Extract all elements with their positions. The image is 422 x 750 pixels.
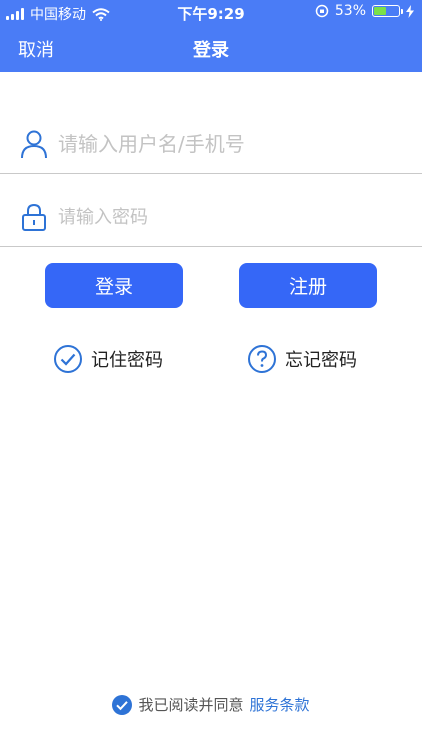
lock-icon <box>22 203 46 231</box>
password-input[interactable] <box>56 196 400 238</box>
agreement-text: 我已阅读并同意 <box>138 696 244 714</box>
remember-password-label: 记住密码 <box>91 350 163 371</box>
forgot-password-label: 忘记密码 <box>285 350 357 371</box>
battery-fill <box>374 7 386 15</box>
username-input[interactable] <box>56 123 400 165</box>
navigation-header: 中国移动 下午9:29 53% 取消 登录 <box>0 0 422 72</box>
battery-icon <box>372 5 403 17</box>
username-field-row <box>0 101 422 174</box>
status-bar: 中国移动 下午9:29 53% <box>0 0 422 24</box>
register-button[interactable]: 注册 <box>239 263 377 308</box>
login-button[interactable]: 登录 <box>45 263 183 308</box>
orientation-lock-icon <box>315 4 329 18</box>
user-icon <box>21 130 47 159</box>
agreement-row: 我已阅读并同意 服务条款 <box>0 694 422 715</box>
agreement-check-icon[interactable] <box>112 694 133 715</box>
check-circle-icon <box>54 345 82 373</box>
terms-of-service-link[interactable]: 服务条款 <box>250 694 310 715</box>
cancel-button[interactable]: 取消 <box>18 36 54 62</box>
status-right: 53% <box>315 3 414 19</box>
battery-percent: 53% <box>334 3 366 19</box>
forgot-password-link[interactable]: 忘记密码 <box>247 344 357 374</box>
password-field-row <box>0 174 422 247</box>
page-title: 登录 <box>193 40 229 61</box>
charging-icon <box>406 4 414 18</box>
question-circle-icon <box>248 345 276 373</box>
remember-password-option[interactable]: 记住密码 <box>53 344 163 374</box>
